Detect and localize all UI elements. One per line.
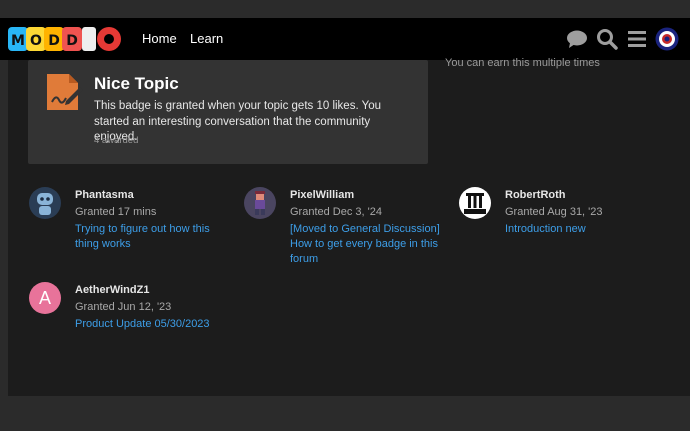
avatar-letter[interactable]: A xyxy=(29,282,61,314)
avatar-pixel-character-icon[interactable] xyxy=(244,187,276,219)
svg-text:O: O xyxy=(30,33,42,49)
badge-description: This badge is granted when your topic ge… xyxy=(94,100,382,143)
grant-item: RobertRoth Granted Aug 31, '23 Introduct… xyxy=(459,187,639,247)
avatar-letter-text: A xyxy=(38,287,51,308)
grant-username[interactable]: AetherWindZ1 xyxy=(75,284,149,296)
hamburger-menu-icon[interactable] xyxy=(624,26,650,52)
nav-learn-link[interactable]: Learn xyxy=(190,31,223,46)
browser-bottom-strip xyxy=(0,396,690,431)
grant-topic-link[interactable]: Product Update 05/30/2023 xyxy=(75,317,225,332)
moddio-logo-graphic: M O D D xyxy=(8,27,121,51)
grant-date: Granted 17 mins xyxy=(75,206,157,218)
user-avatar-icon[interactable] xyxy=(654,26,680,52)
avatar-remini-logo-icon[interactable] xyxy=(459,187,491,219)
pencil-document-icon xyxy=(44,72,84,112)
grant-date: Granted Jun 12, '23 xyxy=(75,301,172,313)
badge-card: Nice Topic This badge is granted when yo… xyxy=(28,60,428,164)
grant-username[interactable]: RobertRoth xyxy=(505,189,566,201)
search-icon[interactable] xyxy=(594,26,620,52)
svg-text:M: M xyxy=(11,33,25,49)
grant-username[interactable]: Phantasma xyxy=(75,189,134,201)
grant-date: Granted Aug 31, '23 xyxy=(505,206,603,218)
chat-icon[interactable] xyxy=(564,26,590,52)
grant-topic-link[interactable]: [Moved to General Discussion] How to get… xyxy=(290,222,440,267)
browser-top-strip xyxy=(0,0,690,18)
grant-topic-link[interactable]: Trying to figure out how this thing work… xyxy=(75,222,225,252)
grant-item: PixelWilliam Granted Dec 3, '24 [Moved t… xyxy=(244,187,440,267)
grant-item: A AetherWindZ1 Granted Jun 12, '23 Produ… xyxy=(29,282,210,342)
grant-username[interactable]: PixelWilliam xyxy=(290,189,354,201)
badge-awarded-count: 4 awarded xyxy=(94,135,139,146)
grant-topic-link[interactable]: Introduction new xyxy=(505,222,655,237)
grant-date: Granted Dec 3, '24 xyxy=(290,206,382,218)
badge-title: Nice Topic xyxy=(94,74,179,93)
svg-text:D: D xyxy=(48,33,60,49)
moddio-logo[interactable]: M O D D xyxy=(8,24,124,54)
svg-text:D: D xyxy=(66,33,78,49)
nav-home-link[interactable]: Home xyxy=(142,31,177,46)
grant-item: Phantasma Granted 17 mins Trying to figu… xyxy=(29,187,210,257)
site-header: M O D D Home Learn xyxy=(0,18,690,60)
avatar-robot-icon[interactable] xyxy=(29,187,61,219)
badge-multiple-note: You can earn this multiple times xyxy=(445,57,600,69)
